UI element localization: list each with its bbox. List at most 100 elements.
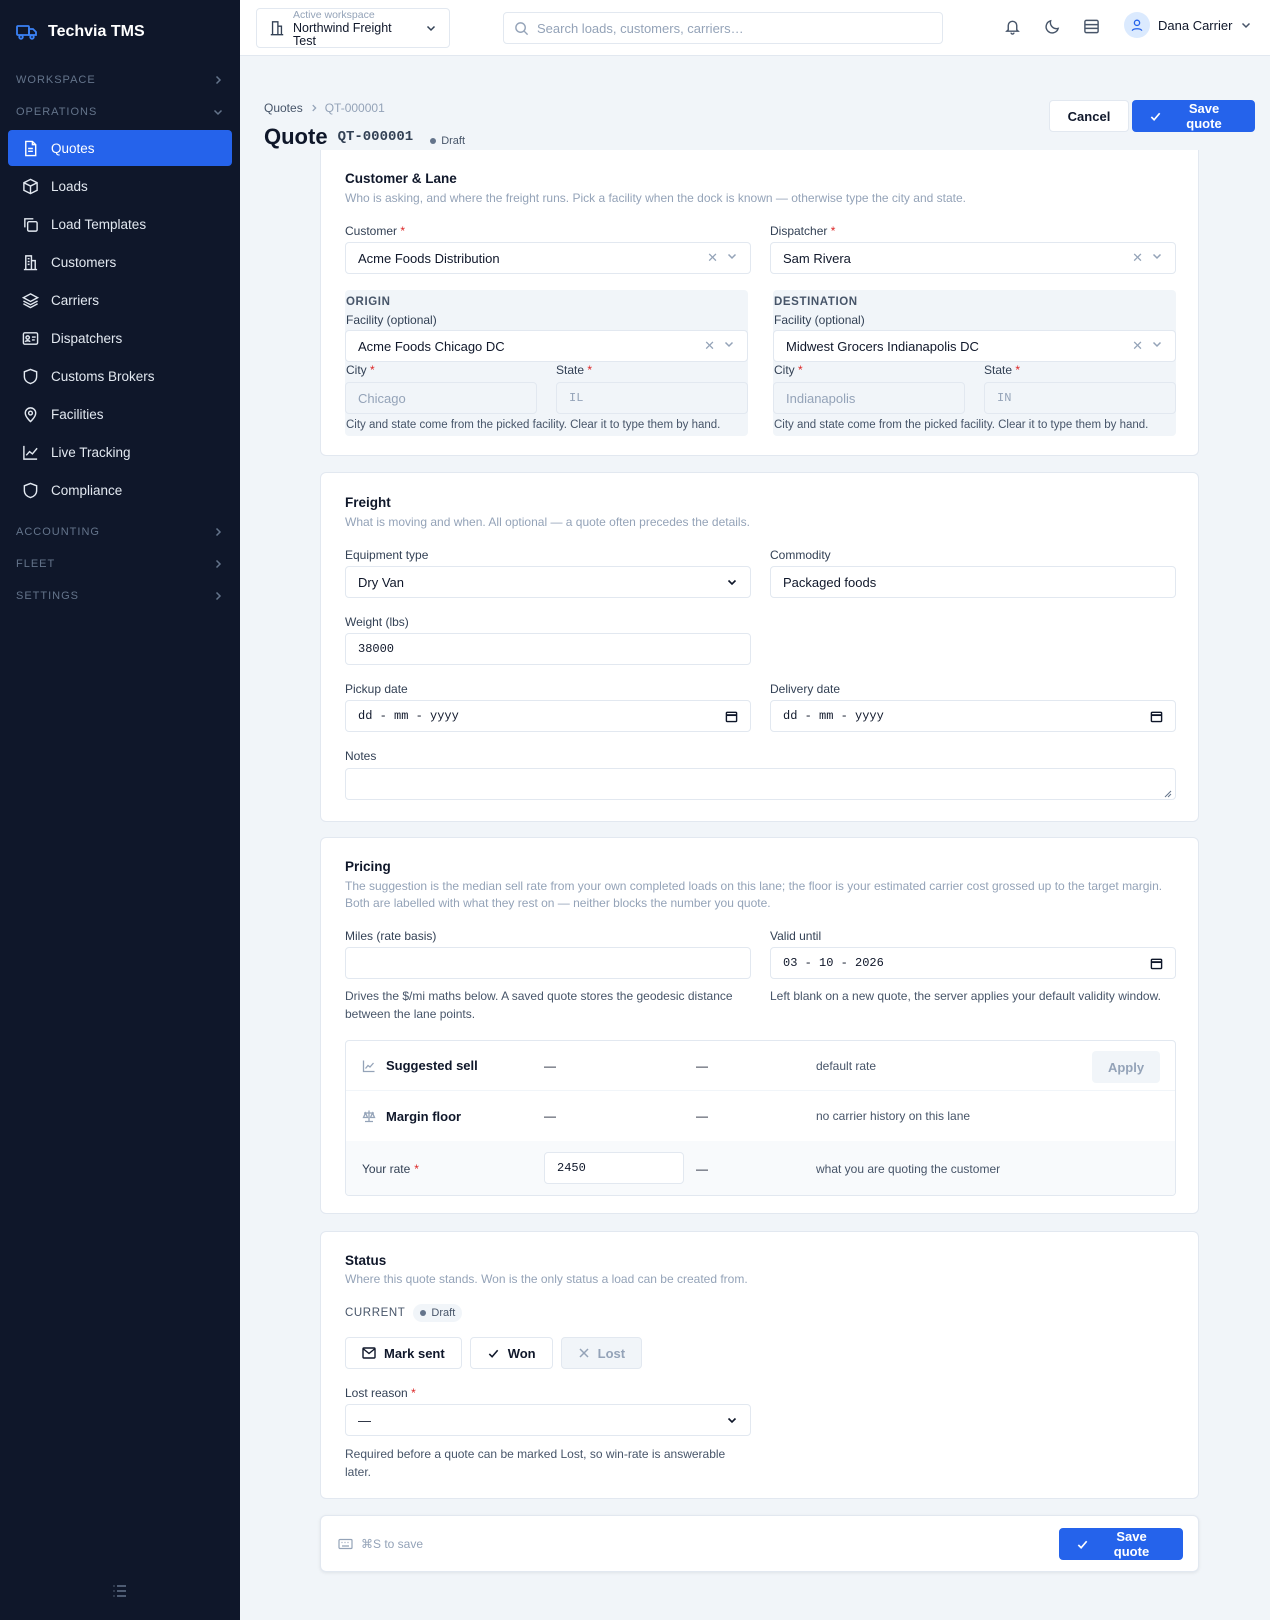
page-title: Quote — [264, 124, 328, 149]
sidebar-item-compliance[interactable]: Compliance — [8, 472, 232, 508]
chevron-down-icon — [1151, 338, 1163, 354]
won-button[interactable]: Won — [469, 1337, 553, 1369]
sidebar-item-dispatchers[interactable]: Dispatchers — [8, 320, 232, 356]
suggested-sell-basis: default rate — [816, 1058, 877, 1073]
destination-header: DESTINATION — [774, 296, 858, 308]
brand[interactable]: Techvia TMS — [0, 0, 240, 64]
sidebar-item-loads[interactable]: Loads — [8, 168, 232, 204]
breadcrumb-current: QT-000001 — [324, 101, 385, 115]
clear-icon[interactable]: ✕ — [707, 250, 718, 266]
sidebar: Techvia TMS WORKSPACE OPERATIONS Quotes … — [0, 0, 240, 1620]
origin-city-input[interactable]: Chicago — [345, 382, 537, 414]
destination-panel: DESTINATION Facility (optional) Midwest … — [773, 290, 1176, 436]
lost-button[interactable]: Lost — [560, 1337, 643, 1369]
sidebar-item-customers[interactable]: Customers — [8, 244, 232, 280]
origin-state-input[interactable]: IL — [556, 382, 748, 414]
clear-icon[interactable]: ✕ — [1132, 338, 1143, 354]
freight-description: What is moving and when. All optional — … — [345, 515, 750, 529]
save-footer: ⌘S to save Save quote — [320, 1515, 1199, 1572]
chevron-down-icon — [212, 106, 224, 118]
chevron-down-icon — [1151, 250, 1163, 266]
section-operations[interactable]: OPERATIONS — [0, 96, 240, 128]
layout-icon[interactable] — [1083, 18, 1100, 35]
valid-until-input[interactable]: 03 - 10 - 2026 — [770, 947, 1176, 979]
calendar-icon[interactable] — [725, 710, 738, 723]
equipment-select[interactable]: Dry Van — [345, 566, 751, 598]
section-fleet[interactable]: FLEET — [0, 548, 240, 580]
your-rate-input[interactable]: 2450 — [544, 1152, 684, 1184]
lost-reason-hint: Required before a quote can be marked Lo… — [345, 1447, 726, 1479]
close-icon — [578, 1347, 590, 1359]
collapse-sidebar-icon[interactable] — [112, 1584, 128, 1598]
calendar-icon[interactable] — [1150, 710, 1163, 723]
search-input[interactable]: Search loads, customers, carriers… — [503, 12, 943, 44]
bell-icon[interactable] — [1004, 18, 1021, 35]
moon-icon[interactable] — [1044, 18, 1061, 35]
status-badge: Draft — [423, 132, 473, 150]
your-rate-row: Your rate * 2450 — what you are quoting t… — [346, 1141, 1175, 1195]
status-card: Status Where this quote stands. Won is t… — [320, 1231, 1199, 1499]
line-chart-icon — [22, 444, 39, 461]
status-description: Where this quote stands. Won is the only… — [345, 1272, 748, 1286]
chevron-down-icon — [726, 250, 738, 266]
section-accounting[interactable]: ACCOUNTING — [0, 516, 240, 548]
sidebar-item-load-templates[interactable]: Load Templates — [8, 206, 232, 242]
chevron-down-icon — [726, 1414, 738, 1426]
miles-input[interactable] — [345, 947, 751, 979]
origin-header: ORIGIN — [346, 296, 391, 308]
building-icon — [269, 20, 285, 36]
current-status: CURRENT Draft — [345, 1304, 463, 1322]
breadcrumb-quotes[interactable]: Quotes — [264, 101, 303, 115]
chevron-down-icon — [1240, 19, 1252, 31]
delivery-date-input[interactable]: dd - mm - yyyy — [770, 700, 1176, 732]
user-menu[interactable]: Dana Carrier — [1124, 12, 1252, 38]
user-icon — [1124, 12, 1150, 38]
commodity-label: Commodity — [770, 548, 831, 562]
weight-input[interactable]: 38000 — [345, 633, 751, 665]
section-settings[interactable]: SETTINGS — [0, 580, 240, 612]
origin-facility-select[interactable]: Acme Foods Chicago DC ✕ — [345, 330, 748, 362]
delivery-label: Delivery date — [770, 682, 841, 696]
margin-floor-amount: — — [544, 1109, 556, 1123]
mark-sent-button[interactable]: Mark sent — [345, 1337, 462, 1369]
sidebar-item-quotes[interactable]: Quotes — [8, 130, 232, 166]
pickup-date-input[interactable]: dd - mm - yyyy — [345, 700, 751, 732]
chevron-right-icon — [212, 558, 224, 570]
resize-handle-icon[interactable] — [1163, 789, 1172, 798]
calendar-icon[interactable] — [1150, 957, 1163, 970]
check-icon — [1076, 1538, 1089, 1551]
footer-save-quote-button[interactable]: Save quote — [1059, 1528, 1183, 1560]
check-icon — [1149, 110, 1162, 123]
sidebar-item-facilities[interactable]: Facilities — [8, 396, 232, 432]
brand-name: Techvia TMS — [48, 23, 145, 40]
customer-select[interactable]: Acme Foods Distribution ✕ — [345, 242, 751, 274]
pricing-card: Pricing The suggestion is the median sel… — [320, 837, 1199, 1214]
clear-icon[interactable]: ✕ — [1132, 250, 1143, 266]
section-workspace[interactable]: WORKSPACE — [0, 64, 240, 96]
sidebar-item-live-tracking[interactable]: Live Tracking — [8, 434, 232, 470]
sidebar-item-carriers[interactable]: Carriers — [8, 282, 232, 318]
lost-reason-select[interactable]: — — [345, 1404, 751, 1436]
valid-until-hint: Left blank on a new quote, the server ap… — [770, 989, 1161, 1003]
suggested-sell-row: Suggested sell — — default rate Apply — [346, 1041, 1175, 1091]
your-rate-per-mile: — — [696, 1162, 708, 1176]
map-pin-icon — [22, 406, 39, 423]
apply-button[interactable]: Apply — [1092, 1051, 1160, 1083]
keyboard-icon — [338, 1538, 353, 1550]
chevron-down-icon — [726, 576, 738, 588]
origin-facility-label: Facility (optional) — [346, 313, 437, 327]
customer-lane-title: Customer & Lane — [345, 171, 457, 186]
commodity-input[interactable]: Packaged foods — [770, 566, 1176, 598]
status-title: Status — [345, 1253, 387, 1268]
clear-icon[interactable]: ✕ — [704, 338, 715, 354]
sidebar-item-customs-brokers[interactable]: Customs Brokers — [8, 358, 232, 394]
destination-city-input[interactable]: Indianapolis — [773, 382, 965, 414]
dispatcher-select[interactable]: Sam Rivera ✕ — [770, 242, 1176, 274]
status-badge: Draft — [413, 1304, 463, 1322]
save-quote-button[interactable]: Save quote — [1132, 100, 1255, 132]
destination-state-input[interactable]: IN — [984, 382, 1176, 414]
cancel-button[interactable]: Cancel — [1049, 100, 1129, 132]
notes-textarea[interactable] — [345, 768, 1176, 800]
destination-facility-select[interactable]: Midwest Grocers Indianapolis DC ✕ — [773, 330, 1176, 362]
workspace-switcher[interactable]: Active workspace Northwind Freight Test — [256, 8, 450, 48]
